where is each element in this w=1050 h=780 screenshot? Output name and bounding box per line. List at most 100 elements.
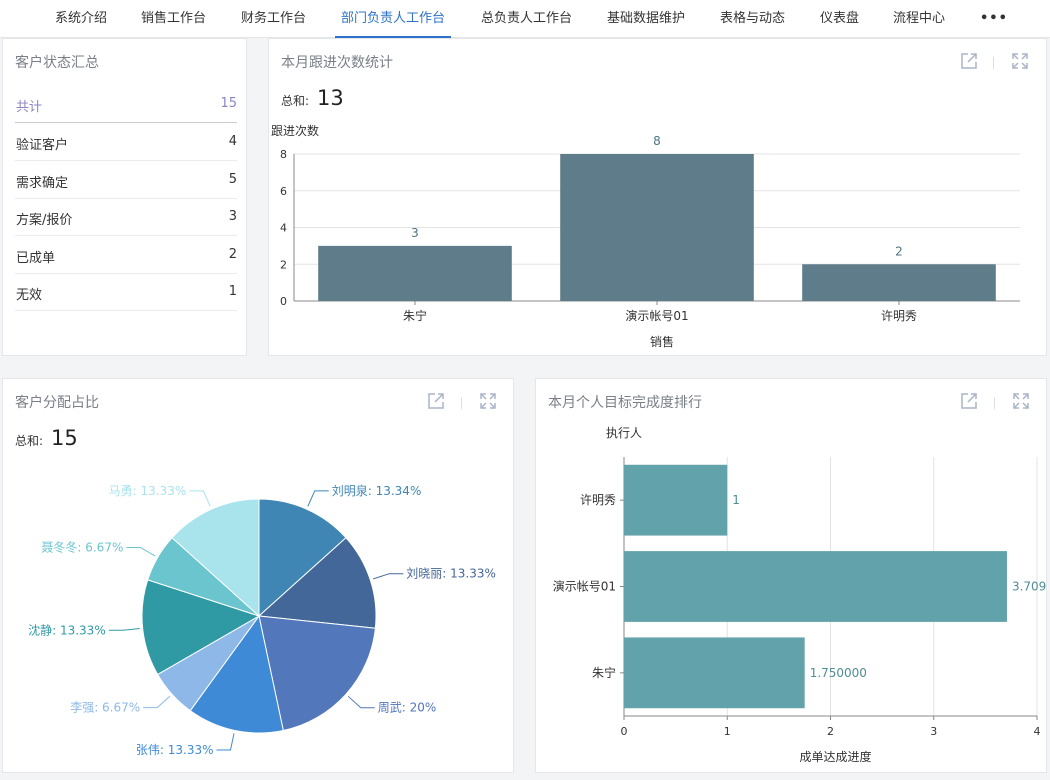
pie-label-line: [189, 490, 211, 507]
status-row-label: 已成单: [16, 251, 56, 266]
status-row-value: 2: [228, 247, 237, 262]
status-row: 需求确定 5: [15, 161, 237, 199]
x-tick-label: 2: [827, 725, 834, 738]
status-summary-title: 客户状态汇总: [15, 55, 99, 71]
nav-item-dashboard[interactable]: 仪表盘: [820, 0, 859, 38]
distribution-sum-label: 总和:: [15, 434, 44, 448]
status-row-label: 无效: [16, 288, 43, 303]
y-tick-label: 2: [280, 258, 287, 271]
distribution-sum: 总和: 15: [15, 426, 78, 450]
status-total-label: 共计: [16, 100, 43, 115]
y-tick-label: 许明秀: [580, 493, 616, 507]
pie-label-line: [307, 490, 329, 507]
status-total-row: 共计 15: [15, 85, 237, 123]
followup-panel: 本月跟进次数统计 总和: 13 跟进次数 0 2 4 6 8 3 朱宁 8 演示帐号01 2 许明秀销售: [268, 38, 1047, 356]
nav-item-base-data[interactable]: 基础数据维护: [607, 0, 685, 38]
status-row-label: 验证客户: [16, 138, 69, 153]
nav-item-process-center[interactable]: 流程中心: [893, 0, 945, 38]
bar: [560, 154, 754, 301]
nav-item-dept-head-workbench[interactable]: 部门负责人工作台: [334, 0, 452, 38]
distribution-pie-chart: 刘明泉: 13.34% 刘晓丽: 13.33% 周武: 20% 张伟: 13.33% 李…: [28, 484, 496, 757]
y-tick-label: 4: [280, 222, 287, 235]
distribution-panel: 客户分配占比 总和: 15 刘明泉: 13.34% 刘晓丽: 13.33% 周武: 2…: [2, 378, 514, 773]
bar-value-label: 3: [411, 226, 419, 240]
external-link-icon[interactable]: [959, 391, 979, 411]
hbar-value-label: 1.750000: [810, 666, 867, 680]
fullscreen-icon[interactable]: [1010, 51, 1030, 71]
x-tick-label: 许明秀: [881, 309, 917, 323]
toolbar-divider: [994, 397, 995, 409]
pie-label-line: [372, 573, 404, 580]
pie-slice-label: 张伟: 13.33%: [136, 743, 214, 757]
status-row: 无效 1: [15, 273, 237, 311]
pie-slice-label: 刘明泉: 13.34%: [332, 484, 422, 498]
pie-label-line: [143, 695, 171, 709]
pie-slice-label: 聂冬冬: 6.67%: [41, 539, 123, 554]
bar-value-label: 2: [895, 244, 903, 258]
status-summary-panel: 客户状态汇总 共计 15 验证客户 4 需求确定 5 方案/报价 3 已成单 2…: [2, 38, 247, 356]
x-tick-label: 0: [621, 725, 628, 738]
nav-item-finance-workbench[interactable]: 财务工作台: [241, 0, 306, 38]
hbar-value-label: 1: [732, 493, 740, 507]
pie-label-line: [108, 628, 140, 631]
nav-item-general-head-workbench[interactable]: 总负责人工作台: [481, 0, 572, 38]
nav-item-sales-workbench[interactable]: 销售工作台: [141, 0, 206, 38]
x-tick-label: 朱宁: [403, 308, 427, 323]
status-row-value: 4: [228, 134, 237, 149]
pie-label-line: [347, 695, 375, 709]
pie-label-line: [126, 546, 156, 557]
pie-label-line: [216, 733, 235, 751]
ranking-panel: 本月个人目标完成度排行 执行人 0 1 2 3 4 1 许明秀 3.709 演示帐号01 1.750…: [535, 378, 1047, 773]
followup-sum-value: 13: [317, 86, 344, 110]
pie-slice-label: 马勇: 13.33%: [109, 484, 187, 498]
x-tick-label: 演示帐号01: [625, 308, 688, 323]
pie-slice-label: 周武: 20%: [378, 701, 437, 715]
y-tick-label: 8: [280, 148, 287, 161]
nav-more-button[interactable]: •••: [980, 0, 1008, 38]
status-row-value: 1: [228, 284, 237, 299]
hbar: [624, 637, 805, 709]
top-nav: 系统介绍 销售工作台 财务工作台 部门负责人工作台 总负责人工作台 基础数据维护…: [0, 0, 1050, 38]
x-tick-label: 4: [1034, 725, 1041, 738]
distribution-sum-value: 15: [51, 426, 78, 450]
pie-slice-label: 李强: 6.67%: [70, 700, 140, 715]
status-row-label: 方案/报价: [16, 213, 73, 228]
status-total-value: 15: [220, 96, 237, 111]
fullscreen-icon[interactable]: [1011, 391, 1031, 411]
status-row-label: 需求确定: [16, 176, 69, 191]
followup-bar-chart: 跟进次数 0 2 4 6 8 3 朱宁 8 演示帐号01 2 许明秀销售: [271, 123, 1020, 349]
status-row-value: 3: [228, 209, 237, 224]
nav-item-system-intro[interactable]: 系统介绍: [55, 0, 107, 38]
followup-sum-label: 总和:: [281, 94, 310, 108]
y-axis-title: 跟进次数: [271, 123, 319, 138]
external-link-icon[interactable]: [426, 391, 446, 411]
status-row: 验证客户 4: [15, 123, 237, 161]
hbar-value-label: 3.709: [1012, 580, 1046, 594]
hbar: [624, 464, 728, 536]
hbar: [624, 551, 1007, 622]
x-axis-title: 销售: [650, 334, 674, 349]
toolbar-divider: [461, 397, 462, 409]
y-axis-title: 执行人: [606, 426, 642, 440]
x-tick-label: 1: [724, 725, 731, 738]
y-tick-label: 6: [280, 185, 287, 198]
bar-value-label: 8: [653, 134, 661, 148]
fullscreen-icon[interactable]: [478, 391, 498, 411]
y-tick-label: 0: [280, 295, 287, 308]
status-row-value: 5: [228, 172, 237, 187]
pie-slice-label: 刘晓丽: 13.33%: [406, 567, 496, 581]
ranking-title: 本月个人目标完成度排行: [548, 395, 702, 411]
y-tick-label: 演示帐号01: [553, 579, 616, 594]
status-row: 方案/报价 3: [15, 198, 237, 236]
x-tick-label: 3: [930, 725, 937, 738]
ranking-hbar-chart: 执行人 0 1 2 3 4 1 许明秀 3.709 演示帐号01 1.750000 朱宁成单达成进度: [553, 426, 1047, 764]
y-tick-label: 朱宁: [592, 665, 616, 680]
bar: [318, 245, 512, 301]
toolbar-divider: [993, 57, 994, 69]
status-row: 已成单 2: [15, 236, 237, 274]
x-axis-title: 成单达成进度: [799, 749, 871, 764]
nav-item-tables-activity[interactable]: 表格与动态: [720, 0, 785, 38]
followup-title: 本月跟进次数统计: [281, 55, 393, 71]
followup-sum: 总和: 13: [281, 86, 344, 110]
external-link-icon[interactable]: [959, 51, 979, 71]
